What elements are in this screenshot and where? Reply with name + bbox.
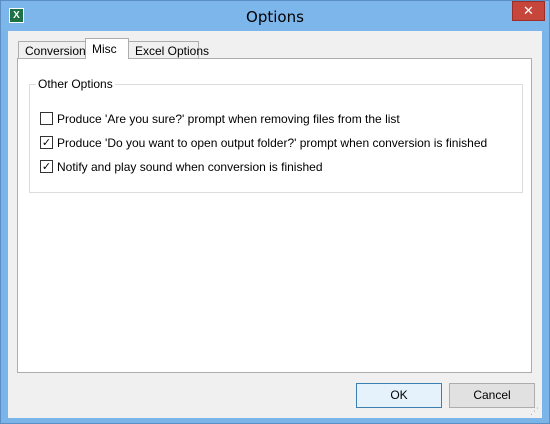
window-title: Options xyxy=(246,8,304,26)
checkbox[interactable] xyxy=(40,112,53,125)
resize-grip-icon[interactable]: ⋰ xyxy=(530,406,540,416)
checkbox[interactable]: ✓ xyxy=(40,160,53,173)
misc-tab-panel: Other Options Produce 'Are you sure?' pr… xyxy=(17,58,532,373)
close-button[interactable]: ✕ xyxy=(512,1,545,21)
title-bar[interactable]: X Options ✕ xyxy=(1,1,549,31)
checkbox-label[interactable]: Produce 'Do you want to open output fold… xyxy=(57,136,487,150)
tab-conversions[interactable]: Conversions xyxy=(18,41,92,58)
ok-button[interactable]: OK xyxy=(356,383,442,408)
cancel-button[interactable]: Cancel xyxy=(449,383,535,408)
checkbox-label[interactable]: Notify and play sound when conversion is… xyxy=(57,160,323,174)
checkbox[interactable]: ✓ xyxy=(40,136,53,149)
checkbox-label[interactable]: Produce 'Are you sure?' prompt when remo… xyxy=(57,112,400,126)
group-label: Other Options xyxy=(36,77,115,91)
options-window: X Options ✕ Conversions Misc Excel Optio… xyxy=(0,0,550,424)
tab-excel-options[interactable]: Excel Options xyxy=(128,41,209,58)
dialog-client-area: Conversions Misc Excel Options Other Opt… xyxy=(8,31,542,418)
tab-misc[interactable]: Misc xyxy=(85,38,129,59)
